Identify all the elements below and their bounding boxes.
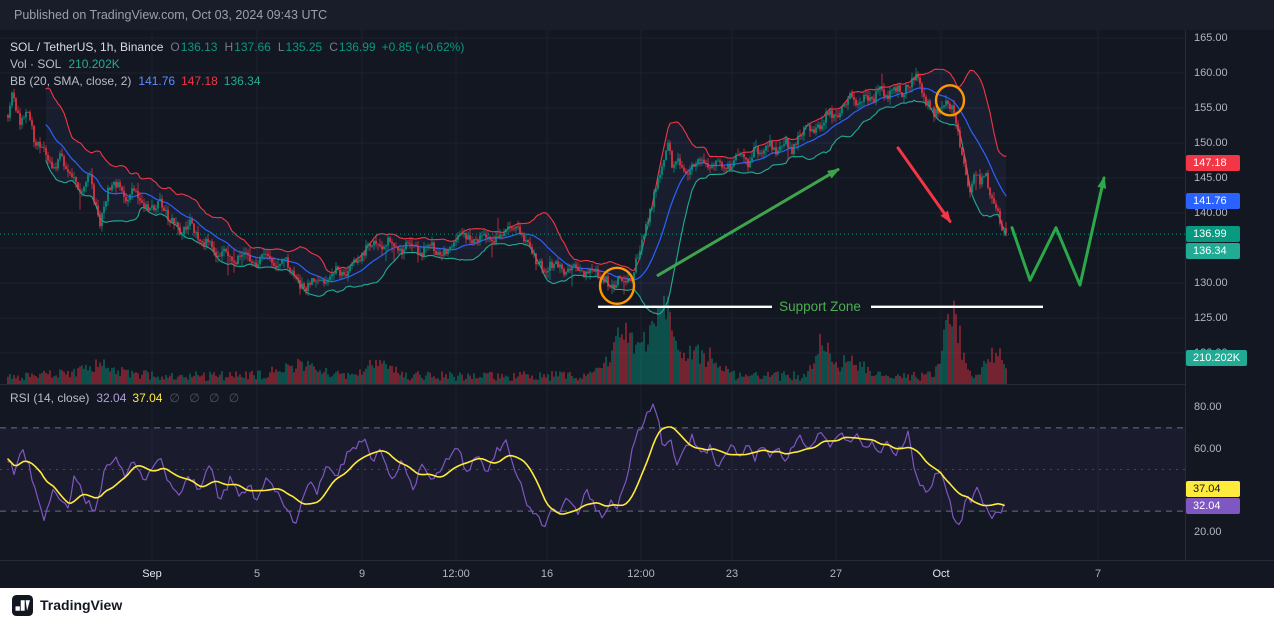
rsi-tick: 80.00 bbox=[1194, 401, 1222, 413]
high-value: 137.66 bbox=[234, 40, 271, 54]
time-tick: 27 bbox=[830, 568, 842, 580]
volume-title: Vol · SOL bbox=[10, 57, 61, 71]
bottom-bar: TradingView bbox=[0, 588, 1274, 622]
time-tick: 16 bbox=[541, 568, 553, 580]
tradingview-logo bbox=[12, 595, 33, 616]
tradingview-snapshot: Published on TradingView.com, Oct 03, 20… bbox=[0, 0, 1274, 622]
published-bar: Published on TradingView.com, Oct 03, 20… bbox=[0, 0, 1274, 30]
open-value: 136.13 bbox=[181, 40, 218, 54]
volume-value: 210.202K bbox=[68, 57, 119, 71]
change-value: +0.85 (+0.62%) bbox=[382, 40, 465, 54]
price-axis[interactable]: 165.00160.00155.00150.00145.00140.00135.… bbox=[1185, 30, 1274, 560]
bb-legend-row[interactable]: BB (20, SMA, close, 2) 141.76 147.18 136.34 bbox=[10, 72, 464, 89]
close-label: C bbox=[329, 40, 338, 54]
main-price-pane[interactable]: Support Zone SOL / TetherUS, 1h, Binance… bbox=[0, 30, 1274, 384]
last-price-badge: 136.99 bbox=[1186, 226, 1240, 242]
close-value: 136.99 bbox=[339, 40, 376, 54]
symbol-legend-row[interactable]: SOL / TetherUS, 1h, Binance O136.13 H137.6… bbox=[10, 38, 464, 55]
bb-lower-value: 136.34 bbox=[224, 74, 261, 88]
published-text: Published on TradingView.com, Oct 03, 20… bbox=[14, 8, 327, 22]
tradingview-link[interactable]: TradingView bbox=[12, 595, 122, 616]
projection-zigzag-arrow[interactable] bbox=[1012, 176, 1106, 285]
time-tick: 7 bbox=[1095, 568, 1101, 580]
volume-badge: 210.202K bbox=[1186, 350, 1247, 366]
volume-legend-row[interactable]: Vol · SOL 210.202K bbox=[10, 55, 464, 72]
main-chart-legend: SOL / TetherUS, 1h, Binance O136.13 H137.6… bbox=[10, 38, 464, 89]
rsi-tick: 60.00 bbox=[1194, 443, 1222, 455]
open-label: O bbox=[170, 40, 179, 54]
low-value: 135.25 bbox=[286, 40, 323, 54]
high-label: H bbox=[224, 40, 233, 54]
price-tick: 155.00 bbox=[1194, 102, 1228, 114]
breakdown-arrow[interactable] bbox=[898, 148, 951, 223]
bb-lower-badge: 136.34 bbox=[1186, 243, 1240, 259]
bb-basis-value: 141.76 bbox=[138, 74, 175, 88]
rsi-legend-row[interactable]: RSI (14, close) 32.04 37.04 ∅ ∅ ∅ ∅ bbox=[10, 389, 242, 406]
price-tick: 130.00 bbox=[1194, 277, 1228, 289]
time-axis[interactable]: Sep 5 9 12:00 16 12:00 23 27 Oct 7 bbox=[0, 560, 1274, 588]
rsi-value: 32.04 bbox=[96, 391, 126, 405]
time-tick: 9 bbox=[359, 568, 365, 580]
time-tick: 12:00 bbox=[627, 568, 655, 580]
rsi-badge: 32.04 bbox=[1186, 498, 1240, 514]
rsi-pane[interactable]: RSI (14, close)32.0437.04∅ ∅ ∅ ∅ bbox=[0, 384, 1274, 560]
rsi-ma-badge: 37.04 bbox=[1186, 481, 1240, 497]
bb-title: BB (20, SMA, close, 2) bbox=[10, 74, 131, 88]
bb-upper-badge: 147.18 bbox=[1186, 155, 1240, 171]
rsi-legend: RSI (14, close) 32.04 37.04 ∅ ∅ ∅ ∅ bbox=[10, 389, 242, 406]
price-tick: 145.00 bbox=[1194, 172, 1228, 184]
brand-text: TradingView bbox=[40, 597, 122, 613]
price-tick: 150.00 bbox=[1194, 137, 1228, 149]
time-tick: 5 bbox=[254, 568, 260, 580]
rsi-title: RSI (14, close) bbox=[10, 391, 89, 405]
chart-area: Support Zone SOL / TetherUS, 1h, Binance… bbox=[0, 30, 1274, 588]
low-label: L bbox=[278, 40, 285, 54]
time-tick: 12:00 bbox=[442, 568, 470, 580]
price-tick: 125.00 bbox=[1194, 312, 1228, 324]
bb-upper-value: 147.18 bbox=[181, 74, 218, 88]
price-tick: 160.00 bbox=[1194, 67, 1228, 79]
symbol-title: SOL / TetherUS, 1h, Binance bbox=[10, 40, 163, 54]
rsi-canvas[interactable] bbox=[0, 385, 1185, 560]
price-tick: 165.00 bbox=[1194, 32, 1228, 44]
time-tick: Oct bbox=[932, 568, 949, 580]
bb-basis-badge: 141.76 bbox=[1186, 193, 1240, 209]
rsi-ma-value: 37.04 bbox=[132, 391, 162, 405]
time-tick: 23 bbox=[726, 568, 738, 580]
time-tick: Sep bbox=[142, 568, 162, 580]
rsi-tick: 20.00 bbox=[1194, 526, 1222, 538]
support-zone-label[interactable]: Support Zone bbox=[779, 299, 861, 314]
rsi-hidden-values: ∅ ∅ ∅ ∅ bbox=[169, 391, 242, 405]
